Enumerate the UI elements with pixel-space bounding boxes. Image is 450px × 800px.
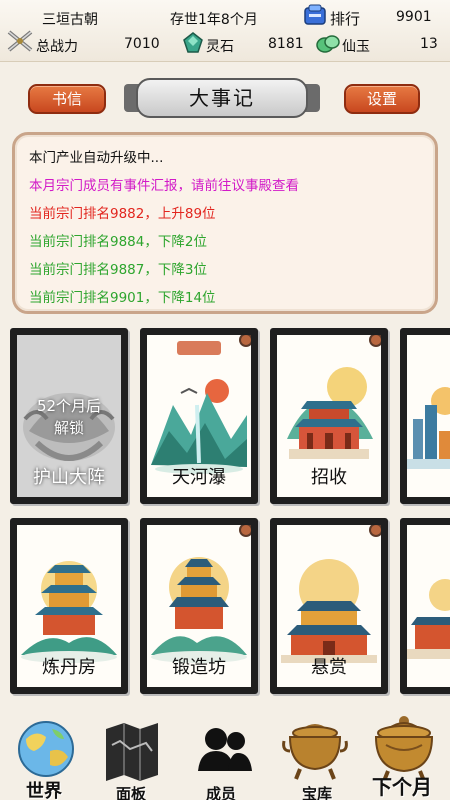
cauldron-icon: [282, 724, 348, 780]
xianyu-value: 13: [420, 36, 438, 52]
mail-button[interactable]: 书信: [28, 84, 106, 114]
status-bar: 三垣古朝 存世1年8个月 排行 9901 总战力 7010 灵石 8181 仙玉…: [0, 0, 450, 62]
building-card-mountain-array[interactable]: 52个月后 解锁 护山大阵: [10, 328, 128, 504]
page-title: 大事记: [136, 78, 308, 118]
members-icon: [198, 728, 252, 771]
nav-members[interactable]: 成员: [192, 719, 262, 800]
xianyu-label: 仙玉: [342, 39, 370, 55]
sect-location: 三垣古朝: [42, 12, 98, 28]
building-label: 悬赏: [311, 657, 347, 678]
settings-button[interactable]: 设置: [344, 84, 420, 114]
power-label: 总战力: [36, 39, 78, 55]
jade-icon: [316, 32, 340, 58]
building-label: 护山大阵: [33, 467, 105, 488]
power-value: 7010: [124, 36, 160, 52]
nav-world[interactable]: 世界: [14, 719, 84, 800]
rank-label[interactable]: 排行: [330, 8, 360, 29]
building-card-sky-waterfall[interactable]: 天河瀑: [140, 328, 258, 504]
log-line: 当前宗门排名9882，上升89位: [29, 206, 216, 222]
nav-panel[interactable]: 面板: [100, 719, 170, 800]
gate-tower-icon: [407, 579, 450, 659]
log-line: 当前宗门排名9884，下降2位: [29, 234, 207, 250]
corner-badge-icon: [369, 335, 381, 347]
rank-value: 9901: [396, 9, 432, 25]
building-card-recruit[interactable]: 招收: [270, 328, 388, 504]
rank-icon[interactable]: [304, 4, 326, 30]
era-time: 存世1年8个月: [170, 12, 258, 28]
building-card-partial-2[interactable]: [400, 518, 450, 694]
corner-badge-icon: [239, 335, 251, 347]
unlock-countdown: 52个月后 解锁: [36, 397, 102, 437]
event-log[interactable]: 本门产业自动升级中... 本月宗门成员有事件汇报，请前往议事殿查看 当前宗门排名…: [12, 132, 438, 314]
building-card-forge[interactable]: 锻造坊: [140, 518, 258, 694]
globe-icon: [18, 721, 74, 777]
building-label: 天河瀑: [172, 467, 226, 488]
next-month-button[interactable]: 下个月: [364, 715, 448, 800]
building-card-alchemy[interactable]: 炼丹房: [10, 518, 128, 694]
corner-badge-icon: [369, 525, 381, 537]
nav-treasury[interactable]: 宝库: [280, 719, 354, 800]
corner-badge-icon: [239, 525, 251, 537]
bottom-nav: 世界 面板 成员 宝库 下个月: [0, 715, 450, 800]
log-line: 本门产业自动升级中...: [29, 150, 164, 166]
building-card-bounty[interactable]: 悬赏: [270, 518, 388, 694]
building-card-partial[interactable]: [400, 328, 450, 504]
city-skyline-icon: [407, 387, 450, 469]
crossed-swords-icon: [6, 30, 34, 58]
lingshi-value: 8181: [268, 36, 304, 52]
building-label: 锻造坊: [172, 657, 226, 678]
lingshi-label: 灵石: [206, 39, 234, 55]
map-icon: [106, 723, 158, 781]
log-line: 当前宗门排名9887，下降3位: [29, 262, 207, 278]
log-line: 当前宗门排名9901，下降14位: [29, 290, 216, 306]
building-label: 招收: [311, 467, 347, 488]
spirit-stone-icon: [182, 32, 204, 58]
log-line: 本月宗门成员有事件汇报，请前往议事殿查看: [29, 178, 299, 194]
building-label: 炼丹房: [42, 657, 96, 678]
